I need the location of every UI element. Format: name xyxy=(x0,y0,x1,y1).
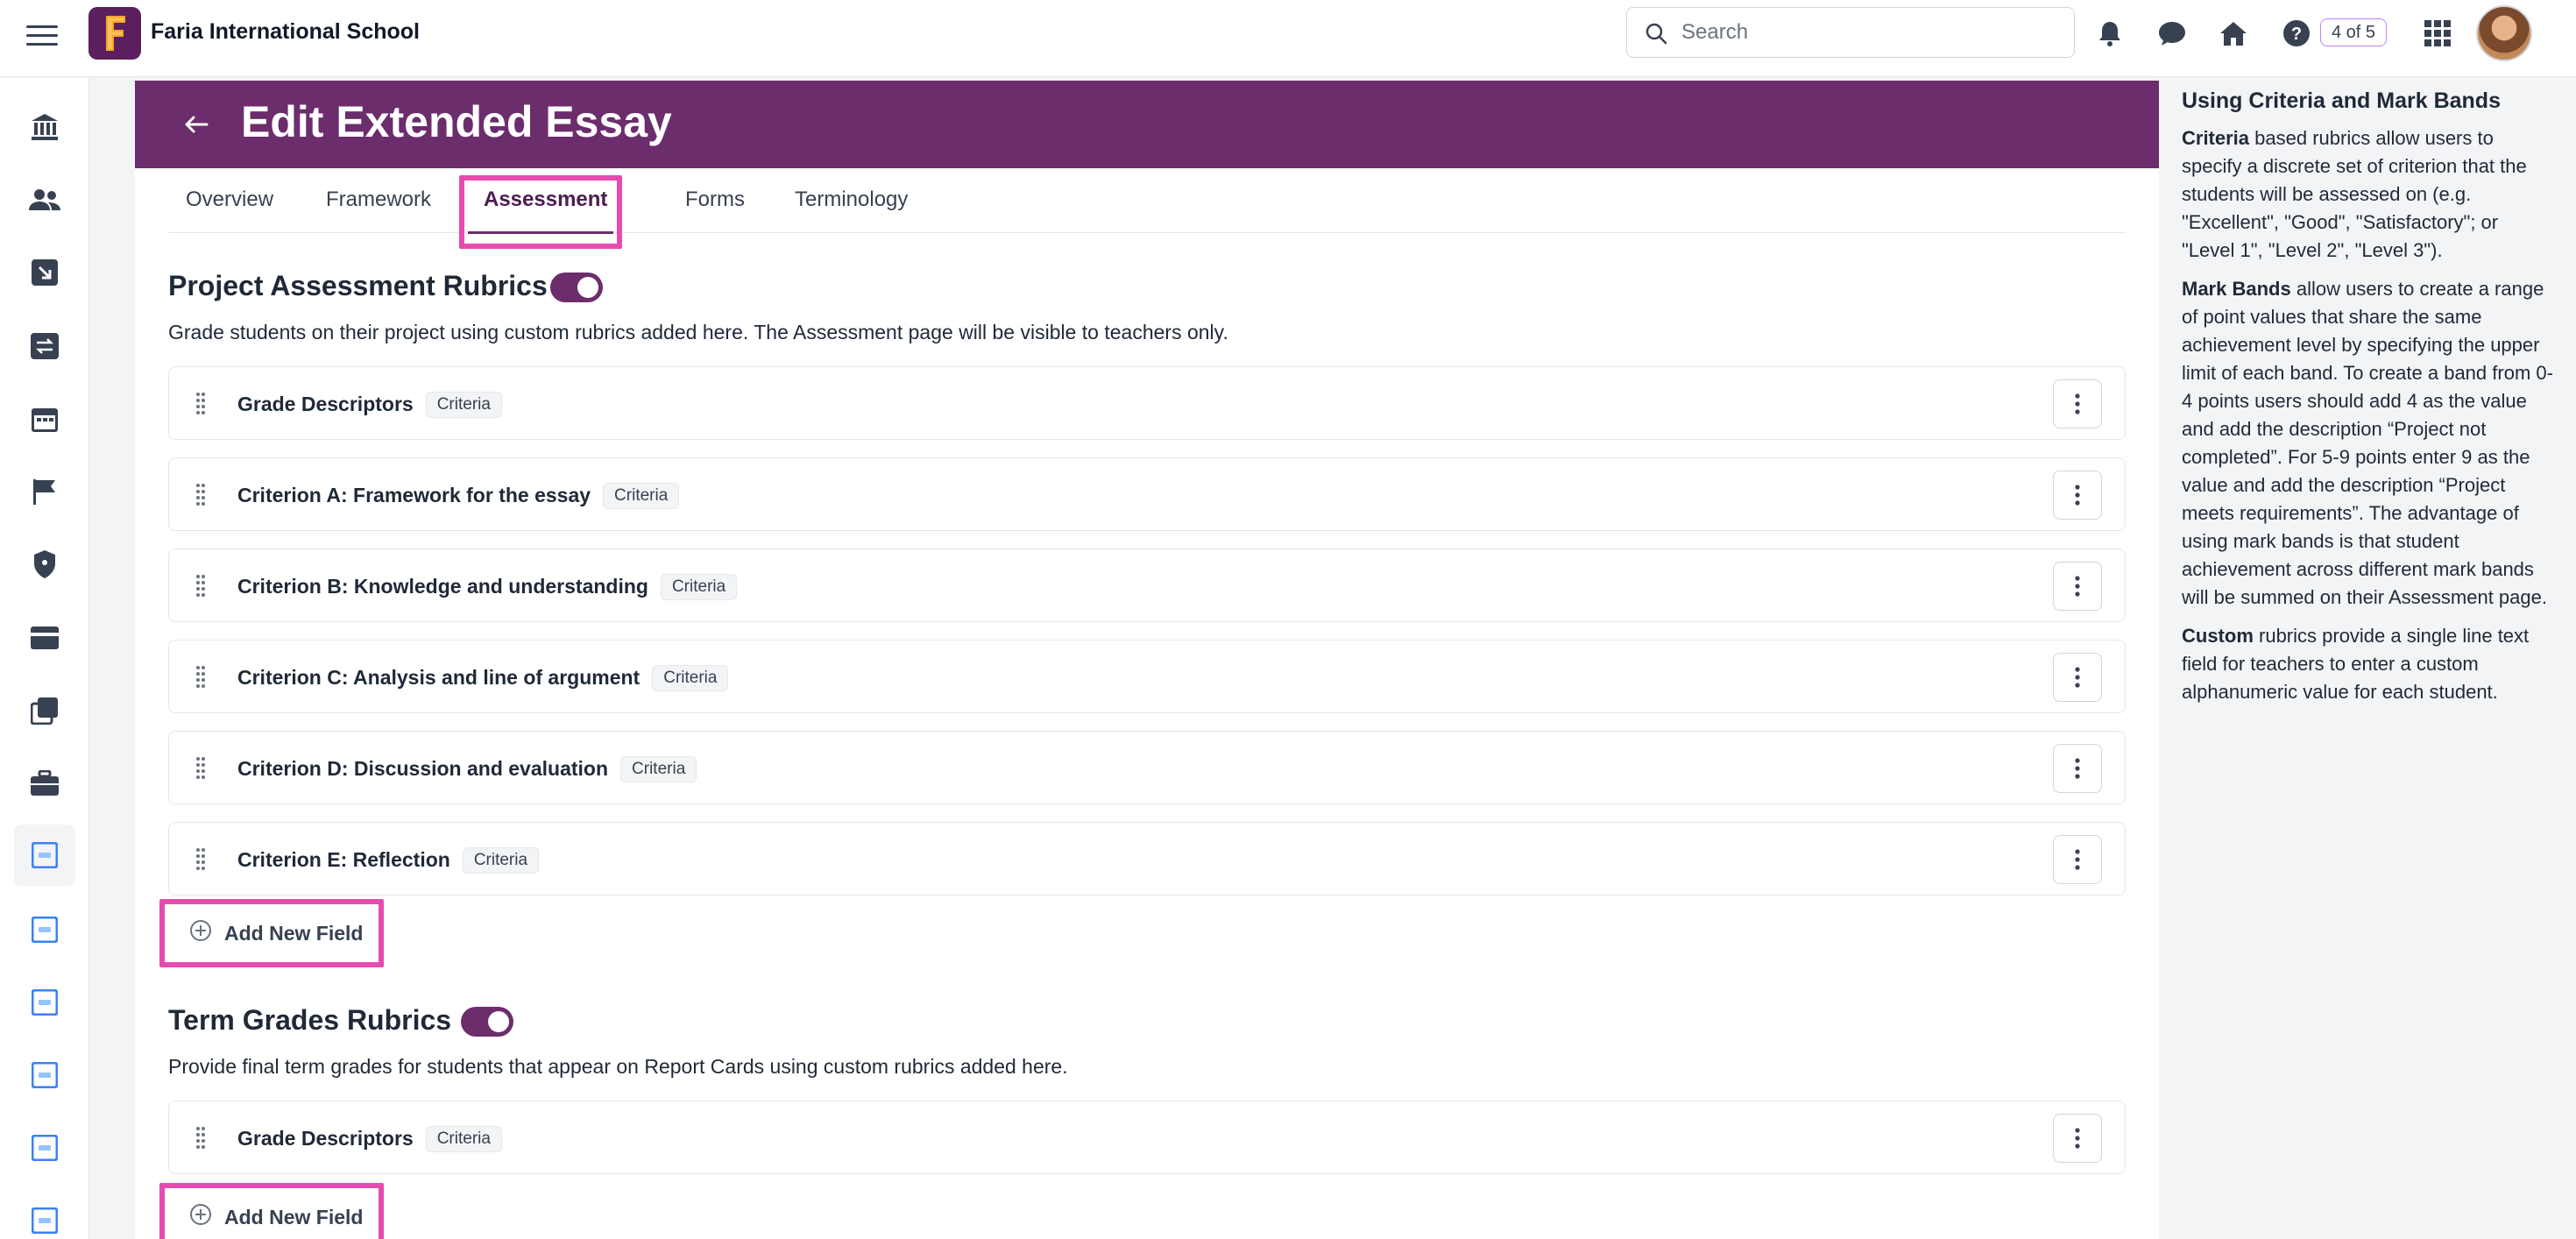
tab-framework[interactable]: Framework xyxy=(326,188,431,212)
criteria-tag: Criteria xyxy=(425,1126,502,1152)
drag-handle-icon[interactable] xyxy=(195,1126,206,1150)
chat-icon[interactable] xyxy=(2155,16,2190,51)
add-new-field-button[interactable]: Add New Field xyxy=(159,899,384,967)
drag-handle-icon[interactable] xyxy=(195,574,206,598)
add-new-field-label: Add New Field xyxy=(224,921,364,945)
project-rubrics-title: Project Assessment Rubrics xyxy=(168,270,548,301)
field-label: Grade Descriptors Criteria xyxy=(237,1126,502,1152)
import-icon[interactable] xyxy=(27,255,62,290)
more-options-icon[interactable] xyxy=(2053,379,2102,428)
home-icon[interactable] xyxy=(2216,16,2251,51)
bell-icon[interactable] xyxy=(2092,16,2127,51)
transfer-icon[interactable] xyxy=(27,329,62,364)
field-label: Criterion B: Knowledge and understanding… xyxy=(237,574,738,600)
calendar-icon[interactable] xyxy=(27,401,62,436)
page-title: Edit Extended Essay xyxy=(241,97,672,146)
criteria-tag: Criteria xyxy=(620,756,697,782)
project-rubrics-description: Grade students on their project using cu… xyxy=(168,321,1228,343)
top-bar: Faria International School ? 4 of 5 xyxy=(0,0,2576,77)
form-icon[interactable] xyxy=(27,1130,62,1165)
field-label: Criterion C: Analysis and line of argume… xyxy=(237,665,729,691)
card-icon[interactable] xyxy=(27,620,62,655)
add-new-field-label: Add New Field xyxy=(224,1205,364,1228)
institution-icon[interactable] xyxy=(27,110,62,145)
field-label: Criterion E: Reflection Criteria xyxy=(237,847,540,874)
rail-form-icon-active[interactable] xyxy=(14,825,75,886)
drag-handle-icon[interactable] xyxy=(195,483,206,507)
school-name[interactable]: Faria International School xyxy=(151,19,420,45)
field-label: Criterion A: Framework for the essay Crit… xyxy=(237,483,680,509)
copy-icon[interactable] xyxy=(27,693,62,728)
more-options-icon[interactable] xyxy=(2053,653,2102,702)
svg-text:?: ? xyxy=(2291,25,2302,44)
shield-icon[interactable] xyxy=(27,547,62,582)
page-header: Edit Extended Essay xyxy=(135,81,2159,168)
drag-handle-icon[interactable] xyxy=(195,847,206,872)
more-options-icon[interactable] xyxy=(2053,1114,2102,1163)
list-item[interactable]: Criterion D: Discussion and evaluation Cr… xyxy=(168,731,2126,804)
flag-icon[interactable] xyxy=(27,474,62,509)
help-custom-paragraph: Custom rubrics provide a single line tex… xyxy=(2182,625,2530,703)
main-content: Edit Extended Essay Overview Framework A… xyxy=(135,81,2159,1239)
avatar[interactable] xyxy=(2476,5,2532,61)
form-icon[interactable] xyxy=(27,1203,62,1238)
help-icon[interactable]: ? xyxy=(2279,16,2314,51)
help-panel: Using Criteria and Mark Bands Criteria b… xyxy=(2159,78,2576,1239)
more-options-icon[interactable] xyxy=(2053,835,2102,884)
form-icon[interactable] xyxy=(27,985,62,1020)
drag-handle-icon[interactable] xyxy=(195,665,206,690)
add-new-field-button[interactable]: Add New Field xyxy=(159,1183,384,1239)
briefcase-icon[interactable] xyxy=(27,766,62,801)
project-rubrics-toggle[interactable] xyxy=(550,273,603,302)
school-logo[interactable] xyxy=(88,7,141,60)
counter-badge[interactable]: 4 of 5 xyxy=(2320,18,2388,46)
search-icon xyxy=(1645,22,1667,51)
criteria-tag: Criteria xyxy=(603,483,680,509)
tab-highlight-box xyxy=(459,175,622,249)
criteria-tag: Criteria xyxy=(652,665,729,691)
criteria-tag: Criteria xyxy=(660,574,738,600)
help-criteria-paragraph: Criteria based rubrics allow users to sp… xyxy=(2182,127,2527,261)
apps-grid-icon[interactable] xyxy=(2420,16,2455,51)
list-item[interactable]: Criterion E: Reflection Criteria xyxy=(168,822,2126,896)
drag-handle-icon[interactable] xyxy=(195,756,206,781)
list-item[interactable]: Criterion C: Analysis and line of argume… xyxy=(168,640,2126,713)
tab-terminology[interactable]: Terminology xyxy=(795,188,908,212)
field-label: Criterion D: Discussion and evaluation Cr… xyxy=(237,756,697,782)
plus-circle-icon xyxy=(189,919,212,947)
list-item[interactable]: Grade Descriptors Criteria xyxy=(168,1101,2126,1174)
more-options-icon[interactable] xyxy=(2053,744,2102,793)
criteria-tag: Criteria xyxy=(425,392,502,418)
field-label: Grade Descriptors Criteria xyxy=(237,392,502,418)
list-item[interactable]: Criterion A: Framework for the essay Crit… xyxy=(168,457,2126,531)
list-item[interactable]: Criterion B: Knowledge and understanding… xyxy=(168,549,2126,622)
tab-overview[interactable]: Overview xyxy=(186,188,273,212)
form-icon[interactable] xyxy=(27,912,62,947)
plus-circle-icon xyxy=(189,1203,212,1231)
tab-forms[interactable]: Forms xyxy=(685,188,745,212)
back-arrow-icon[interactable] xyxy=(177,105,216,144)
help-markbands-paragraph: Mark Bands allow users to create a range… xyxy=(2182,278,2553,608)
menu-icon[interactable] xyxy=(26,19,58,51)
help-title: Using Criteria and Mark Bands xyxy=(2182,88,2501,113)
search-box[interactable] xyxy=(1626,7,2075,58)
term-rubrics-description: Provide final term grades for students t… xyxy=(168,1055,1068,1078)
criteria-tag: Criteria xyxy=(462,847,540,874)
left-rail xyxy=(0,78,89,1239)
term-rubrics-toggle[interactable] xyxy=(461,1007,513,1037)
form-icon[interactable] xyxy=(27,1058,62,1093)
drag-handle-icon[interactable] xyxy=(195,392,206,416)
more-options-icon[interactable] xyxy=(2053,562,2102,611)
search-input[interactable] xyxy=(1681,20,2049,45)
list-item[interactable]: Grade Descriptors Criteria xyxy=(168,366,2126,440)
more-options-icon[interactable] xyxy=(2053,471,2102,520)
people-icon[interactable] xyxy=(27,182,62,217)
term-rubrics-title: Term Grades Rubrics xyxy=(168,1004,452,1036)
